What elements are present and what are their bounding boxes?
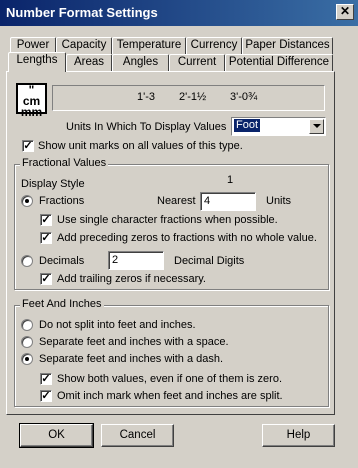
fractional-values-title: Fractional Values [20,157,109,169]
cancel-button[interactable]: Cancel [101,424,174,447]
space-separator-radio[interactable] [21,336,33,348]
dash-separator-radio[interactable] [21,353,33,365]
decimal-digits-input[interactable]: 2 [108,251,164,270]
title-bar: Number Format Settings ✕ [0,0,358,26]
sample-value-2: 2'-1½ [179,91,207,103]
show-unit-marks-checkbox[interactable]: ✓ [22,140,34,152]
decimals-radio[interactable] [21,255,33,267]
units-select[interactable]: Foot [231,117,326,136]
fractions-radio[interactable] [21,195,33,207]
show-unit-marks-label: Show unit marks on all values of this ty… [38,140,243,152]
show-both-values-label: Show both values, even if one of them is… [57,373,283,385]
units-label: Units In Which To Display Values [66,121,227,133]
sample-value-1: 1'-3 [137,91,155,103]
preceding-zeros-checkbox[interactable]: ✓ [40,232,52,244]
ok-button[interactable]: OK [19,423,94,448]
omit-inch-mark-checkbox[interactable]: ✓ [40,390,52,402]
sample-preview: 1'-3 2'-1½ 3'-0¾ [52,85,325,111]
trailing-zeros-checkbox[interactable]: ✓ [40,273,52,285]
no-split-radio[interactable] [21,319,33,331]
window-title: Number Format Settings [6,5,158,20]
nearest-input[interactable]: 4 [200,192,256,211]
show-both-values-checkbox[interactable]: ✓ [40,373,52,385]
tab-paper-distances[interactable]: Paper Distances [242,37,333,54]
decimal-digits-label: Decimal Digits [174,255,245,267]
radio-dot [25,357,29,361]
close-button[interactable]: ✕ [336,4,354,20]
units-suffix-label: Units [266,195,292,207]
tab-currency[interactable]: Currency [186,37,242,54]
units-select-value: Foot [234,119,261,132]
close-icon: ✕ [339,4,351,18]
decimals-label: Decimals [39,255,85,267]
one-label: 1 [227,174,234,186]
omit-inch-mark-label: Omit inch mark when feet and inches are … [57,390,283,402]
nearest-label: Nearest [157,195,196,207]
tab-angles[interactable]: Angles [112,54,169,71]
tab-areas[interactable]: Areas [66,54,112,71]
single-char-fractions-label: Use single character fractions when poss… [57,214,278,226]
tab-temperature[interactable]: Temperature [112,37,186,54]
feet-inches-title: Feet And Inches [20,298,104,310]
units-icon: " cm mm [16,83,47,118]
dash-separator-label: Separate feet and inches with a dash. [39,353,224,365]
sample-value-3: 3'-0¾ [230,91,258,103]
single-char-fractions-checkbox[interactable]: ✓ [40,214,52,226]
preceding-zeros-label: Add preceding zeros to fractions with no… [57,232,317,244]
no-split-label: Do not split into feet and inches. [39,319,196,331]
fractions-label: Fractions [39,195,85,207]
trailing-zeros-label: Add trailing zeros if necessary. [57,273,206,285]
icon-mm: mm [20,105,43,119]
space-separator-label: Separate feet and inches with a space. [39,336,229,348]
display-style-label: Display Style [21,178,85,190]
radio-dot [25,199,29,203]
tab-lengths[interactable]: Lengths [8,52,66,72]
tab-current[interactable]: Current [169,54,225,71]
tab-potential-difference[interactable]: Potential Difference [225,54,333,71]
chevron-down-icon[interactable] [309,119,324,134]
help-button[interactable]: Help [262,424,335,447]
